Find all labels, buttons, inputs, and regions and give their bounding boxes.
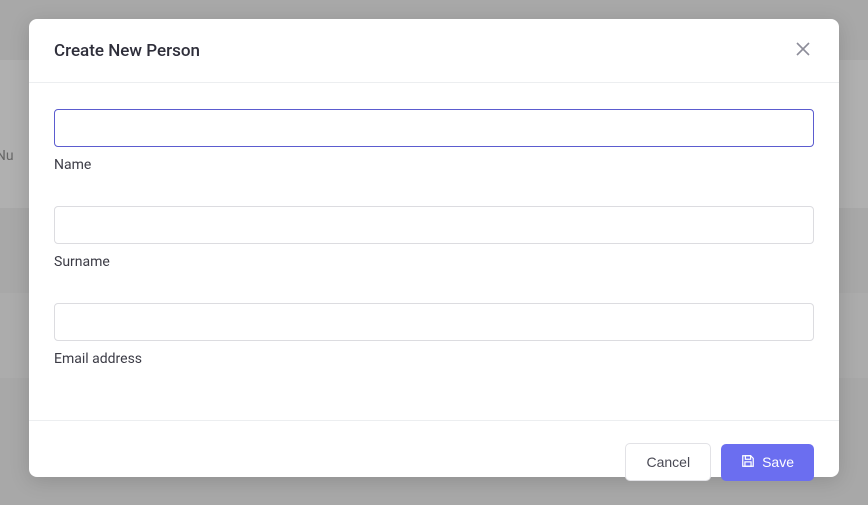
email-label: Email address	[54, 351, 814, 367]
create-person-modal: Create New Person Name Surname	[29, 19, 839, 477]
save-button[interactable]: Save	[721, 444, 814, 481]
save-button-label: Save	[762, 454, 794, 470]
modal-footer: Cancel Save	[29, 420, 839, 503]
modal-body: Name Surname Email address	[29, 83, 839, 420]
name-label: Name	[54, 157, 814, 173]
form-group-email: Email address	[54, 303, 814, 367]
surname-label: Surname	[54, 254, 814, 270]
surname-input[interactable]	[54, 206, 814, 244]
close-icon	[796, 42, 810, 59]
save-icon	[741, 454, 755, 471]
cancel-button-label: Cancel	[646, 454, 690, 470]
modal-title: Create New Person	[54, 41, 200, 61]
modal-overlay[interactable]: Create New Person Name Surname	[0, 0, 868, 505]
close-button[interactable]	[792, 38, 814, 63]
cancel-button[interactable]: Cancel	[625, 443, 711, 481]
name-input[interactable]	[54, 109, 814, 147]
modal-header: Create New Person	[29, 19, 839, 83]
form-group-name: Name	[54, 109, 814, 173]
form-group-surname: Surname	[54, 206, 814, 270]
email-input[interactable]	[54, 303, 814, 341]
